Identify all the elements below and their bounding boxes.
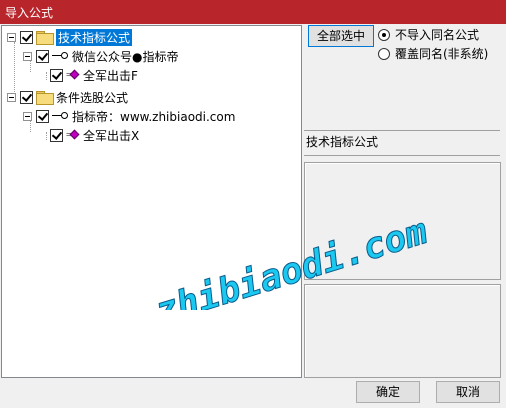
tree-node-stock-selection[interactable]: 条件选股公式 bbox=[7, 88, 128, 106]
detail-panel bbox=[304, 284, 501, 378]
ok-button[interactable]: 确定 bbox=[356, 381, 420, 403]
folder-icon bbox=[36, 31, 54, 45]
tree-node-label: 微信公众号●指标帝 bbox=[72, 49, 179, 64]
folder-icon bbox=[36, 91, 54, 105]
option-overwrite-same-name[interactable]: 覆盖同名(非系统) bbox=[378, 45, 488, 62]
title-bar[interactable]: 导入公式 bbox=[0, 0, 506, 24]
formula-icon: ⇒ bbox=[66, 69, 80, 81]
tree-node-label: 全军出击F bbox=[83, 68, 138, 83]
tree-node-formula-f[interactable]: ⇒ 全军出击F bbox=[50, 66, 138, 84]
key-icon bbox=[52, 111, 68, 121]
tree-node-label: 全军出击X bbox=[83, 128, 140, 143]
formula-type-label: 技术指标公式 bbox=[304, 130, 500, 156]
checkbox[interactable] bbox=[50, 128, 63, 142]
checkbox[interactable] bbox=[36, 49, 49, 63]
tree-node-wechat-account[interactable]: 微信公众号●指标帝 bbox=[23, 47, 178, 65]
tree-node-label: 条件选股公式 bbox=[56, 90, 129, 105]
collapse-icon[interactable] bbox=[7, 92, 16, 102]
key-icon bbox=[52, 51, 68, 61]
checkbox[interactable] bbox=[50, 68, 63, 82]
tree-node-formula-x[interactable]: ⇒ 全军出击X bbox=[50, 126, 139, 144]
collapse-icon[interactable] bbox=[23, 111, 32, 121]
option-label: 不导入同名公式 bbox=[395, 28, 480, 42]
checkbox[interactable] bbox=[20, 90, 33, 104]
tree-node-technical-indicators[interactable]: 技术指标公式 bbox=[7, 28, 133, 46]
description-panel bbox=[304, 162, 501, 280]
collapse-icon[interactable] bbox=[7, 32, 16, 42]
cancel-button[interactable]: 取消 bbox=[436, 381, 500, 403]
formula-tree[interactable]: 技术指标公式 微信公众号●指标帝 ⇒ 全军出击F 条件选股公式 指标帝：www.… bbox=[1, 25, 302, 378]
tree-node-label: 技术指标公式 bbox=[56, 28, 133, 46]
select-all-button[interactable]: 全部选中 bbox=[308, 25, 374, 47]
option-label: 覆盖同名(非系统) bbox=[395, 47, 489, 61]
checkbox[interactable] bbox=[20, 30, 33, 44]
formula-icon: ⇒ bbox=[66, 129, 80, 141]
import-formula-dialog: 技术指标公式 微信公众号●指标帝 ⇒ 全军出击F 条件选股公式 指标帝：www.… bbox=[0, 24, 506, 408]
tree-node-label: 指标帝：www.zhibiaodi.com bbox=[72, 109, 236, 124]
option-skip-same-name[interactable]: 不导入同名公式 bbox=[378, 26, 479, 43]
checkbox[interactable] bbox=[36, 109, 49, 123]
radio-button[interactable] bbox=[378, 47, 390, 60]
radio-button[interactable] bbox=[378, 28, 390, 41]
tree-node-website[interactable]: 指标帝：www.zhibiaodi.com bbox=[23, 107, 235, 125]
window-title: 导入公式 bbox=[5, 6, 54, 20]
collapse-icon[interactable] bbox=[23, 51, 32, 61]
